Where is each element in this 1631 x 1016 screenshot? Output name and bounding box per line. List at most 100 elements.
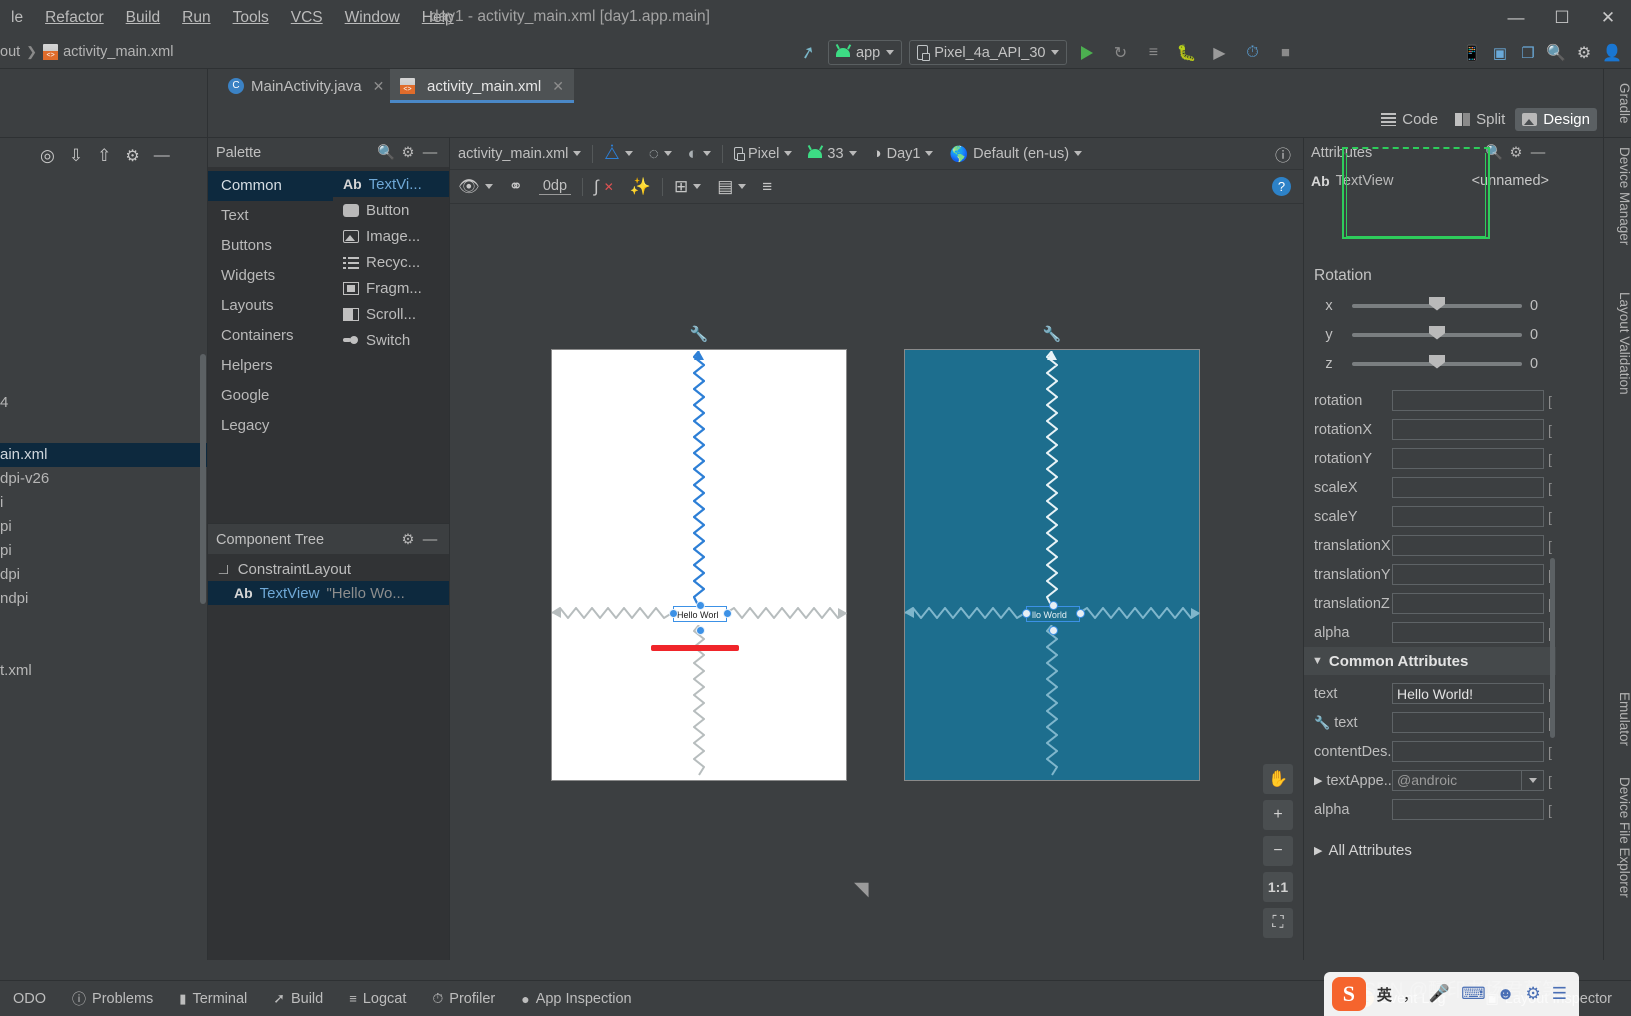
- menu-item-window[interactable]: Window: [334, 6, 411, 30]
- resource-picker-icon[interactable]: [: [1548, 538, 1556, 554]
- mode-split[interactable]: Split: [1448, 108, 1512, 131]
- all-attributes-section[interactable]: ▶ All Attributes: [1304, 836, 1556, 865]
- rotation-slider-z[interactable]: z 0: [1304, 349, 1556, 378]
- breadcrumb-item-layout[interactable]: out: [0, 44, 20, 60]
- zoom-actual-size[interactable]: 1:1: [1263, 872, 1293, 902]
- mode-design[interactable]: Design: [1515, 107, 1597, 131]
- minimize-button[interactable]: —: [1493, 0, 1539, 36]
- status-item-profiler[interactable]: ⏱ Profiler: [419, 990, 508, 1007]
- contentdescription-input[interactable]: [1392, 741, 1544, 762]
- resize-handle-left[interactable]: [1022, 609, 1031, 618]
- stop-icon[interactable]: ■: [1272, 40, 1298, 66]
- slider-thumb[interactable]: [1429, 296, 1445, 311]
- tool-tab-gradle[interactable]: Gradle: [1604, 75, 1631, 132]
- palette-item-switch[interactable]: Switch: [333, 327, 450, 353]
- apply-code-changes-icon[interactable]: ≡: [1140, 40, 1166, 66]
- panel-divider[interactable]: [208, 523, 450, 524]
- resource-picker-icon[interactable]: [: [1548, 393, 1556, 409]
- menu-item-refactor[interactable]: Refactor: [34, 6, 115, 30]
- help-icon[interactable]: ?: [1264, 171, 1299, 203]
- gear-icon[interactable]: ⚙: [397, 529, 419, 551]
- rotation-slider-y[interactable]: y 0: [1304, 320, 1556, 349]
- slider-thumb[interactable]: [1429, 354, 1445, 369]
- resource-picker-icon[interactable]: [: [1548, 451, 1556, 467]
- attribute-row-rotationx[interactable]: rotationX [: [1304, 415, 1556, 444]
- run-icon[interactable]: [1074, 40, 1100, 66]
- palette-category-common[interactable]: Common: [208, 171, 333, 201]
- tool-tab-layout-validation[interactable]: Layout Validation: [1604, 284, 1631, 403]
- attribute-row-scalex[interactable]: scaleX [: [1304, 473, 1556, 502]
- gear-icon[interactable]: ⚙: [125, 146, 139, 166]
- device-preview-blueprint[interactable]: 🔧 llo World: [904, 326, 1200, 781]
- issues-icon[interactable]: ⓘ: [1267, 138, 1299, 170]
- attribute-row-translationz[interactable]: translationZ [: [1304, 589, 1556, 618]
- rotation-input[interactable]: [1392, 390, 1544, 411]
- slider-track[interactable]: [1352, 354, 1522, 369]
- api-selector[interactable]: 33: [800, 138, 864, 170]
- project-row[interactable]: t.xml: [0, 659, 208, 683]
- settings-icon[interactable]: ⚙: [1571, 40, 1597, 66]
- maximize-button[interactable]: ☐: [1539, 0, 1585, 36]
- blueprint-toggle-icon[interactable]: ◌: [641, 138, 680, 170]
- resource-picker-icon[interactable]: [: [1548, 480, 1556, 496]
- status-item-todo[interactable]: ODO: [0, 991, 59, 1007]
- close-icon[interactable]: ✕: [373, 78, 385, 95]
- search-icon[interactable]: 🔍: [375, 142, 397, 164]
- menu-item-build[interactable]: Build: [115, 6, 171, 30]
- constraint-widget-diagram[interactable]: [1304, 147, 1556, 257]
- palette-category-google[interactable]: Google: [208, 381, 333, 411]
- profiler-icon[interactable]: ⏱: [1239, 40, 1265, 66]
- hide-panel-icon[interactable]: —: [419, 529, 441, 551]
- resize-grip-icon[interactable]: ◥: [854, 878, 869, 901]
- rotationx-input[interactable]: [1392, 419, 1544, 440]
- guidelines-icon[interactable]: ⊞: [666, 171, 709, 203]
- module-selector[interactable]: app: [828, 40, 903, 65]
- expand-icon[interactable]: ⇧: [97, 146, 111, 166]
- rotation-slider-x[interactable]: x 0: [1304, 291, 1556, 320]
- palette-category-containers[interactable]: Containers: [208, 321, 333, 351]
- attribute-row-contentdescription[interactable]: contentDes... [: [1304, 737, 1556, 766]
- project-row[interactable]: dpi-v26: [0, 467, 208, 491]
- hide-panel-icon[interactable]: —: [1527, 142, 1549, 164]
- palette-category-buttons[interactable]: Buttons: [208, 231, 333, 261]
- ime-toolbar[interactable]: S 英 ， 🎤 ⌨ ☻ ⚙ ☰: [1323, 972, 1579, 1016]
- search-icon[interactable]: 🔍: [1543, 40, 1569, 66]
- device-file-explorer-icon[interactable]: ❐: [1515, 40, 1541, 66]
- resize-handle-bottom[interactable]: [1049, 626, 1058, 635]
- attribute-row-text-design[interactable]: 🔧 text [: [1304, 708, 1556, 737]
- text-design-input[interactable]: [1392, 712, 1544, 733]
- attribute-row-rotationy[interactable]: rotationY [: [1304, 444, 1556, 473]
- project-row-selected[interactable]: ain.xml: [0, 443, 208, 467]
- panel-divider[interactable]: [449, 138, 450, 960]
- resource-picker-icon[interactable]: [: [1548, 773, 1556, 789]
- status-item-problems[interactable]: ⓘ Problems: [59, 989, 166, 1009]
- zoom-in-icon[interactable]: +: [1263, 800, 1293, 830]
- align-icon[interactable]: ▤: [709, 171, 754, 203]
- palette-category-widgets[interactable]: Widgets: [208, 261, 333, 291]
- status-item-app-inspection[interactable]: ● App Inspection: [508, 991, 644, 1007]
- resize-handle-right[interactable]: [1076, 609, 1085, 618]
- zoom-to-fit-icon[interactable]: ⛶: [1263, 908, 1293, 938]
- design-canvas[interactable]: 🔧 Hello Worl ◥ 🔧 llo World ✋ + − 1:1 ⛶: [450, 204, 1303, 960]
- attribute-row-translationy[interactable]: translationY [: [1304, 560, 1556, 589]
- debug-icon[interactable]: 🐛: [1173, 40, 1199, 66]
- mic-icon[interactable]: 🎤: [1429, 984, 1450, 1004]
- menu-item-file[interactable]: le: [0, 6, 34, 30]
- palette-category-helpers[interactable]: Helpers: [208, 351, 333, 381]
- tools-icon[interactable]: ⚙: [1526, 984, 1541, 1004]
- menu-item-vcs[interactable]: VCS: [280, 6, 334, 30]
- attribute-row-rotation[interactable]: rotation [: [1304, 386, 1556, 415]
- palette-category-layouts[interactable]: Layouts: [208, 291, 333, 321]
- target-icon[interactable]: ◎: [40, 146, 55, 166]
- build-hammer-icon[interactable]: ➚: [795, 40, 821, 66]
- ime-comma[interactable]: ，: [1403, 984, 1418, 1005]
- account-icon[interactable]: 👤: [1599, 40, 1625, 66]
- device-selector[interactable]: Pixel: [726, 138, 800, 170]
- palette-category-text[interactable]: Text: [208, 201, 333, 231]
- attribute-row-text[interactable]: text Hello World! [: [1304, 679, 1556, 708]
- chevron-down-icon[interactable]: [1522, 770, 1544, 791]
- alpha-common-input[interactable]: [1392, 799, 1544, 820]
- gear-icon[interactable]: ⚙: [1505, 142, 1527, 164]
- resource-picker-icon[interactable]: [: [1548, 422, 1556, 438]
- attributes-scrollbar[interactable]: [1550, 558, 1555, 738]
